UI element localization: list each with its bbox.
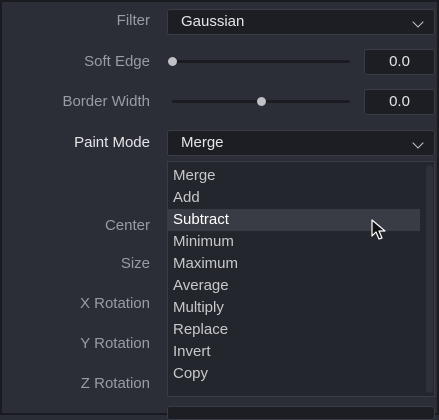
option-invert[interactable]: Invert: [168, 341, 420, 363]
option-average[interactable]: Average: [168, 275, 420, 297]
option-add[interactable]: Add: [168, 187, 420, 209]
center-label: Center: [104, 217, 150, 234]
partial-dropdown[interactable]: [167, 406, 435, 420]
border-width-input[interactable]: 0.0: [364, 89, 435, 115]
filter-label: Filter: [116, 12, 150, 29]
inspector-panel: Filter Gaussian Soft Edge 0.0 Border Wid…: [2, 2, 437, 420]
paint-mode-label: Paint Mode: [74, 134, 150, 151]
filter-value: Gaussian: [181, 13, 245, 30]
option-copy[interactable]: Copy: [168, 363, 420, 385]
size-label: Size: [120, 255, 150, 272]
border-width-slider-handle[interactable]: [256, 97, 266, 106]
option-merge[interactable]: Merge: [168, 165, 420, 187]
border-width-label: Border Width: [62, 93, 150, 110]
dropdown-scroll-thumb[interactable]: [426, 165, 433, 393]
x-rotation-label: X Rotation: [79, 295, 150, 312]
soft-edge-slider-handle[interactable]: [167, 57, 177, 66]
option-maximum[interactable]: Maximum: [168, 253, 420, 275]
option-multiply[interactable]: Multiply: [168, 297, 420, 319]
mouse-pointer-icon: [371, 219, 386, 240]
soft-edge-label: Soft Edge: [84, 53, 150, 70]
option-replace[interactable]: Replace: [168, 319, 420, 341]
filter-dropdown[interactable]: Gaussian: [167, 9, 435, 35]
paint-mode-dropdown-list: Merge Add Subtract Minimum Maximum Avera…: [167, 161, 435, 397]
soft-edge-input[interactable]: 0.0: [364, 49, 435, 75]
y-rotation-label: Y Rotation: [80, 335, 150, 352]
z-rotation-label: Z Rotation: [80, 375, 150, 392]
paint-mode-value: Merge: [181, 134, 224, 151]
chevron-down-icon: [412, 16, 424, 28]
chevron-down-icon: [412, 137, 424, 149]
soft-edge-slider-track[interactable]: [172, 60, 350, 63]
paint-mode-dropdown[interactable]: Merge: [167, 130, 435, 156]
dropdown-scrollbar[interactable]: [426, 165, 433, 393]
